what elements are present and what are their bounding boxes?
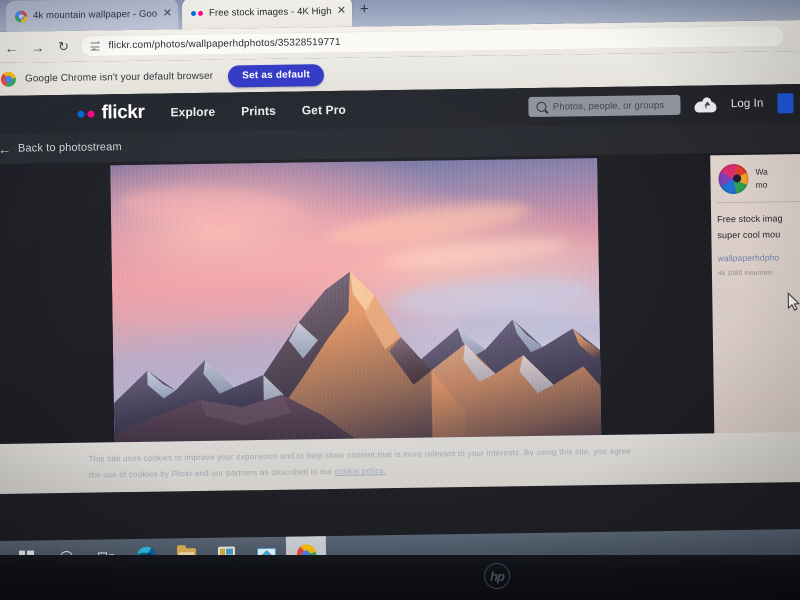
chrome-browser-window: 4k mountain wallpaper - Googl ✕ Free sto… xyxy=(0,0,800,541)
search-placeholder: Photos, people, or groups xyxy=(552,99,665,113)
set-as-default-button[interactable]: Set as default xyxy=(228,63,325,88)
tab-title: 4k mountain wallpaper - Googl xyxy=(32,8,157,22)
nav-item-explore[interactable]: Explore xyxy=(170,105,215,120)
close-icon[interactable]: ✕ xyxy=(337,5,346,17)
photo-mountain-sunset[interactable] xyxy=(110,158,602,473)
flickr-dots-icon xyxy=(77,110,95,118)
cookie-text-prefix: the use of cookies by Flickr and our par… xyxy=(88,467,335,481)
photo-mountains xyxy=(110,158,602,473)
search-input[interactable]: Photos, people, or groups xyxy=(528,94,682,118)
tune-icon[interactable] xyxy=(90,40,101,51)
search-icon xyxy=(536,101,547,112)
laptop-photo-frame: 4k mountain wallpaper - Googl ✕ Free sto… xyxy=(0,0,800,600)
flickr-logo[interactable]: flickr xyxy=(77,101,145,125)
photo-owner-row[interactable]: Wa mo xyxy=(710,154,800,202)
avatar[interactable] xyxy=(718,163,749,195)
photo-title: Free stock imag xyxy=(717,213,783,225)
reload-button[interactable]: ↻ xyxy=(50,39,76,54)
browser-tab-google[interactable]: 4k mountain wallpaper - Googl ✕ xyxy=(5,0,179,32)
photo-owner-link[interactable]: wallpaperhdpho xyxy=(718,252,800,263)
flickr-dots-icon xyxy=(190,10,204,17)
new-tab-button[interactable]: + xyxy=(360,0,369,17)
chrome-icon xyxy=(0,71,17,87)
flickr-wordmark: flickr xyxy=(101,101,145,124)
log-in-button[interactable]: Log In xyxy=(731,98,764,110)
photo-subtitle: super cool mou xyxy=(717,229,781,241)
cloud-upload-icon[interactable] xyxy=(695,97,717,112)
laptop-screen: 4k mountain wallpaper - Googl ✕ Free sto… xyxy=(0,0,800,576)
sign-up-button[interactable] xyxy=(777,93,794,114)
nav-item-prints[interactable]: Prints xyxy=(241,104,276,119)
cookie-consent-banner: This site uses cookies to improve your e… xyxy=(0,431,800,495)
photo-details: Free stock imag super cool mou wallpaper… xyxy=(711,202,800,277)
cookie-policy-link[interactable]: cookie policy. xyxy=(335,467,386,477)
photo-tags: 4k 1080 mountain xyxy=(717,268,773,277)
close-icon[interactable]: ✕ xyxy=(163,7,172,19)
nav-item-get-pro[interactable]: Get Pro xyxy=(302,103,346,118)
hp-logo: hp xyxy=(484,563,510,589)
tab-title: Free stock images - 4K High res xyxy=(208,5,331,19)
back-to-photostream-link[interactable]: Back to photostream xyxy=(18,141,122,155)
flickr-page: flickr Explore Prints Get Pro Photos, pe… xyxy=(0,83,800,541)
infobar-message: Google Chrome isn't your default browser xyxy=(24,70,214,85)
address-bar-url: flickr.com/photos/wallpaperhdphotos/3532… xyxy=(108,36,341,52)
photo-stage: Wa mo Free stock imag super cool mou wal… xyxy=(0,151,800,495)
laptop-bezel: hp xyxy=(0,555,800,600)
back-button[interactable]: ← xyxy=(0,39,25,55)
mouse-cursor xyxy=(787,292,800,311)
browser-tab-flickr[interactable]: Free stock images - 4K High res ✕ xyxy=(181,0,353,30)
google-icon xyxy=(14,10,28,23)
forward-button[interactable]: → xyxy=(24,39,50,55)
arrow-left-icon: ← xyxy=(0,141,12,157)
owner-name: Wa mo xyxy=(755,166,768,190)
photo-info-sidebar: Wa mo Free stock imag super cool mou wal… xyxy=(710,153,800,474)
flickr-header-right: Photos, people, or groups Log In xyxy=(528,93,794,118)
